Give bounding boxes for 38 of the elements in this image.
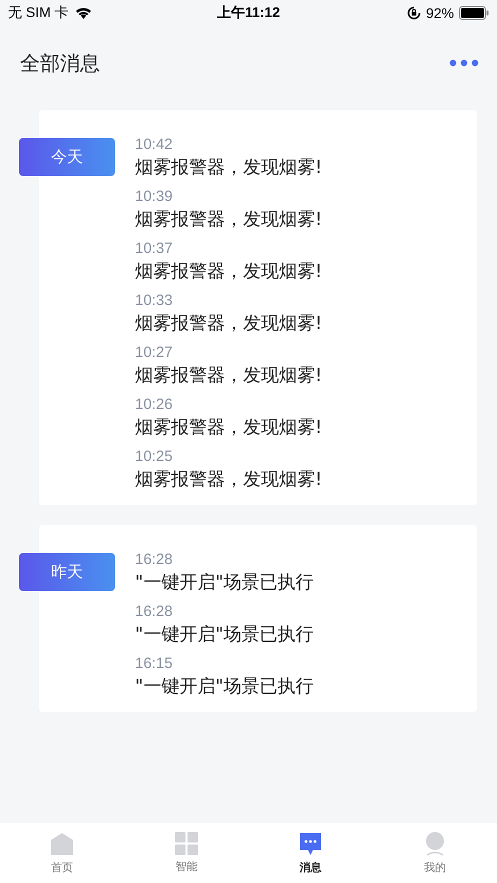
message-text[interactable]: 烟雾报警器，发现烟雾! [135,155,322,179]
message-text[interactable]: "一键开启"场景已执行 [135,674,314,698]
message-time: 16:28 [135,603,174,620]
message-text[interactable]: "一键开启"场景已执行 [135,570,314,594]
tab-item[interactable]: 消息 [248,823,373,883]
message-time: 10:39 [135,188,174,205]
battery-percent: 92% [426,5,454,21]
profile-icon [424,832,446,856]
date-label: 今天 [19,138,115,176]
message-time: 10:25 [135,448,174,465]
more-icon[interactable] [449,59,479,67]
status-time: 上午11:12 [216,4,280,22]
message-text[interactable]: 烟雾报警器，发现烟雾! [135,415,322,439]
message-time: 10:42 [135,136,174,153]
message-time: 16:28 [135,551,174,568]
message-text[interactable]: 烟雾报警器，发现烟雾! [135,467,322,491]
message-time: 10:33 [135,292,174,309]
message-time: 16:15 [135,655,174,672]
tab-item[interactable]: 我的 [372,823,497,883]
date-label: 昨天 [19,553,115,591]
message-text[interactable]: 烟雾报警器，发现烟雾! [135,363,322,387]
carrier-text: 无 SIM 卡 [8,4,69,22]
tab-item[interactable]: 智能 [124,823,248,883]
rotation-lock-icon [406,6,421,20]
home-icon [50,832,74,856]
message-text[interactable]: 烟雾报警器，发现烟雾! [135,207,322,231]
message-icon [299,832,322,856]
message-text[interactable]: "一键开启"场景已执行 [135,622,314,646]
message-time: 10:26 [135,396,174,413]
battery-icon [458,6,489,20]
message-time: 10:37 [135,240,174,257]
grid-icon [174,832,198,855]
message-text[interactable]: 烟雾报警器，发现烟雾! [135,311,322,335]
tab-item[interactable]: 首页 [0,823,124,883]
message-text[interactable]: 烟雾报警器，发现烟雾! [135,259,322,283]
page-title: 全部消息 [20,50,100,76]
message-time: 10:27 [135,344,174,361]
wifi-icon [74,7,92,19]
